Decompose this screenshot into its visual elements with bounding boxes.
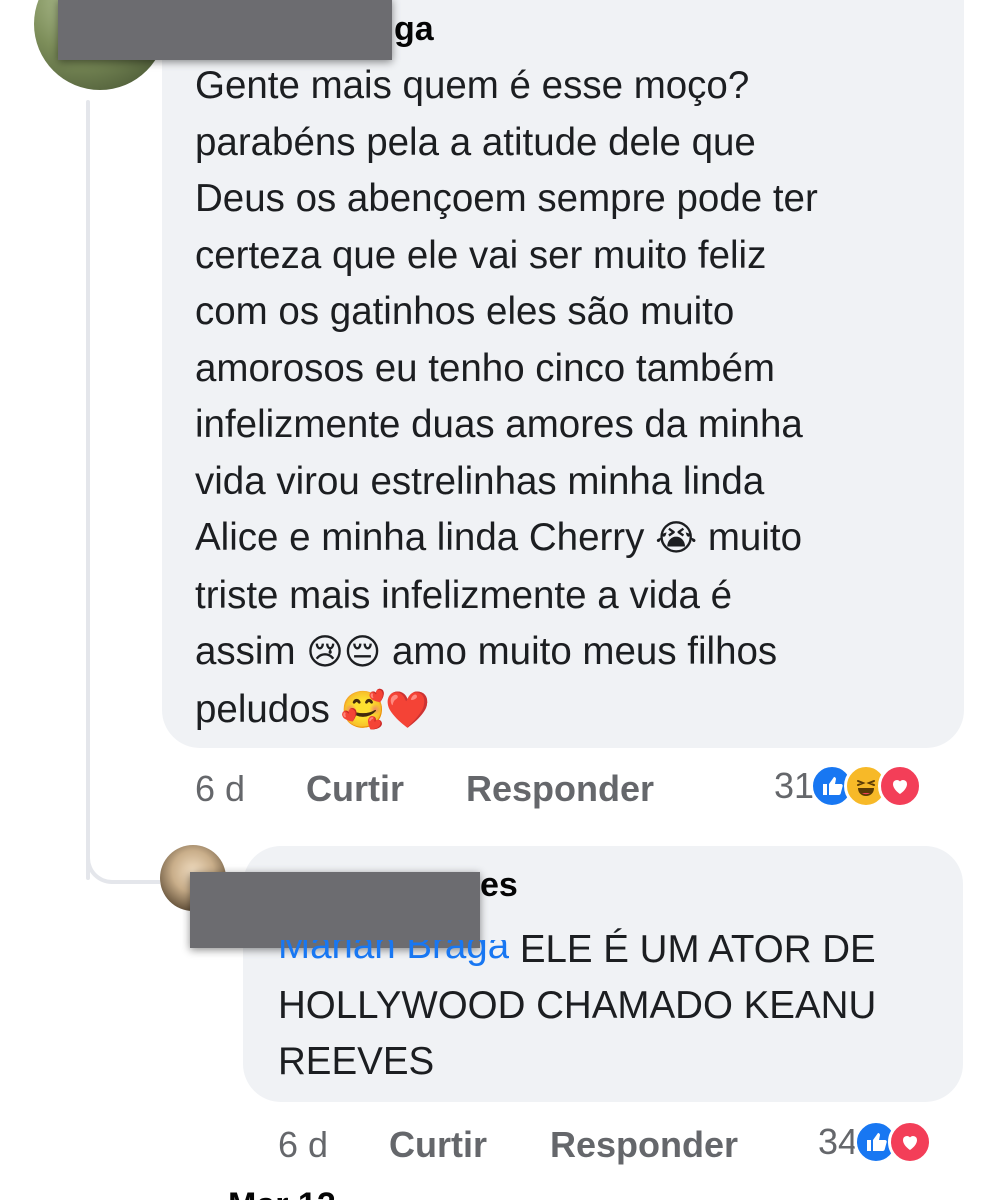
love-emoji: 🥰❤️	[340, 689, 431, 731]
like-button[interactable]: Curtir	[306, 768, 404, 810]
sad-faces-emoji: 😢😔	[306, 632, 382, 673]
comment-author-name[interactable]: ga	[394, 10, 434, 49]
comment-text-line: amo muito meus filhos	[381, 630, 778, 673]
reply-text-line: HOLLYWOOD CHAMADO KEANU	[278, 984, 877, 1027]
mention-link[interactable]: Marian Braga	[278, 928, 509, 971]
next-comment-author: Mar 12	[228, 1190, 358, 1200]
reply-like-button[interactable]: Curtir	[389, 1124, 487, 1166]
love-icon	[878, 764, 923, 808]
crying-face-emoji: 😭	[655, 518, 698, 559]
reply-timestamp[interactable]: 6 d	[278, 1124, 328, 1166]
comment-text-line: peludos	[195, 687, 341, 731]
reply-text-line: ELE É UM ATOR DE	[509, 928, 876, 971]
comment-text-line: triste mais infelizmente a vida é	[195, 573, 733, 617]
reaction-summary[interactable]: 31	[774, 764, 923, 808]
comment-text: Gente mais quem é esse moço? parabéns pe…	[195, 58, 955, 739]
reply-reply-button[interactable]: Responder	[550, 1124, 738, 1166]
reply-text-line: REEVES	[278, 1040, 435, 1083]
reply-button[interactable]: Responder	[466, 768, 654, 810]
reply-author-name[interactable]: es	[480, 866, 518, 905]
love-icon	[888, 1120, 933, 1164]
redaction-box	[58, 0, 392, 60]
comment-text-after-emoji: muito	[697, 516, 802, 559]
comment-thread: ga Gente mais quem é esse moço? parabéns…	[0, 0, 996, 1200]
reply-reaction-summary[interactable]: 34	[818, 1120, 933, 1164]
reaction-count: 31	[774, 765, 815, 806]
next-comment-author-peek: Mar 12	[228, 1190, 358, 1200]
mention-text: Marian Braga	[278, 940, 510, 967]
reply-reaction-count: 34	[818, 1121, 859, 1162]
comment-text-body: Gente mais quem é esse moço? parabéns pe…	[195, 64, 818, 559]
reply-text: Marian Braga ELE É UM ATOR DE HOLLYWOOD …	[278, 922, 958, 1090]
comment-text-line: assim	[195, 630, 307, 673]
comment-timestamp[interactable]: 6 d	[195, 768, 245, 810]
thread-connector-line	[86, 100, 90, 880]
thread-reply-connector	[86, 820, 160, 884]
